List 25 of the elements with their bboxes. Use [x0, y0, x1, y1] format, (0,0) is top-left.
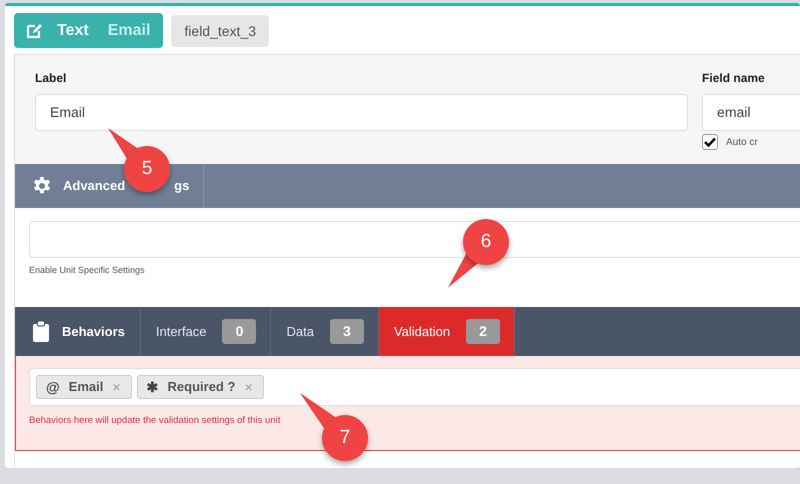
clipboard-icon: [33, 321, 49, 342]
tag-label: Email: [68, 378, 104, 396]
field-type-label: Text: [57, 20, 89, 40]
tag-symbol: @: [46, 378, 60, 396]
section-title: Behaviors: [62, 322, 125, 341]
field-caption: Field name: [702, 70, 766, 87]
tag-symbol: ✱: [146, 378, 159, 396]
field-id-chip: field_text_3: [171, 15, 270, 47]
tag-label: Required ?: [168, 378, 236, 396]
settings-icon: [32, 176, 52, 196]
field-caption: Label: [35, 70, 68, 87]
field-label-text: Email: [108, 20, 150, 40]
count-badge: 3: [330, 319, 364, 344]
count-badge: 0: [222, 319, 256, 344]
help-text: Behaviors here will update the validation settings of this unit: [29, 414, 282, 428]
field-name-input[interactable]: email: [702, 94, 800, 131]
label-input[interactable]: Email: [35, 94, 688, 131]
count-badge: 2: [466, 319, 500, 344]
help-text: Enable Unit Specific Settings: [29, 264, 146, 277]
checkbox-label: Auto cr: [726, 136, 758, 150]
unit-settings-input[interactable]: [29, 221, 800, 258]
auto-create-checkbox[interactable]: [702, 134, 718, 150]
edit-icon: [26, 22, 43, 39]
behavior-tab[interactable]: Validation 2: [378, 307, 516, 356]
tab-label-fragment: gs: [174, 177, 190, 196]
